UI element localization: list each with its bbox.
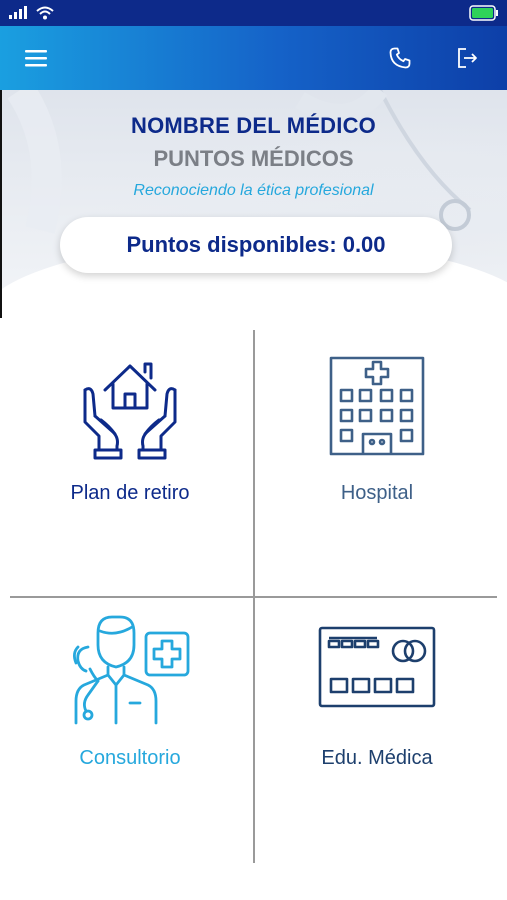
phone-icon	[389, 47, 411, 69]
status-right	[469, 5, 499, 21]
wifi-icon	[36, 6, 54, 20]
points-label: Puntos disponibles:	[126, 232, 337, 257]
menu-tile-plan-de-retiro[interactable]: Plan de retiro	[10, 340, 250, 590]
menu-tile-consultorio[interactable]: Consultorio	[10, 605, 250, 855]
points-value: 0.00	[342, 232, 386, 257]
menu-tile-label: Edu. Médica	[321, 747, 433, 769]
menu-tile-label: Consultorio	[79, 747, 181, 769]
menu-tile-label: Plan de retiro	[70, 482, 190, 504]
hospital-building-icon	[329, 356, 425, 456]
battery-icon	[469, 5, 498, 21]
menu-tile-edu-medica[interactable]: Edu. Médica	[257, 605, 497, 855]
call-button[interactable]	[380, 38, 420, 78]
credit-card-icon	[318, 626, 436, 708]
menu-button[interactable]	[16, 38, 56, 78]
grid-horizontal-divider	[10, 596, 497, 598]
signal-bars-icon	[9, 6, 27, 19]
status-left	[8, 6, 54, 20]
menu-tile-label: Hospital	[340, 482, 414, 504]
hamburger-menu-icon	[25, 50, 47, 67]
menu-tile-hospital[interactable]: Hospital	[257, 340, 497, 590]
points-balance-card: Puntos disponibles: 0.00	[60, 217, 452, 273]
status-bar	[0, 0, 507, 26]
logout-button[interactable]	[447, 38, 487, 78]
logout-icon	[458, 48, 477, 68]
doctor-name: NOMBRE DEL MÉDICO	[130, 113, 376, 138]
tagline: Reconociendo la ética profesional	[133, 182, 374, 199]
program-title: PUNTOS MÉDICOS	[153, 146, 354, 171]
doctor-stethoscope-icon	[73, 615, 190, 725]
hands-house-icon	[83, 362, 177, 460]
app-bar	[0, 26, 507, 90]
